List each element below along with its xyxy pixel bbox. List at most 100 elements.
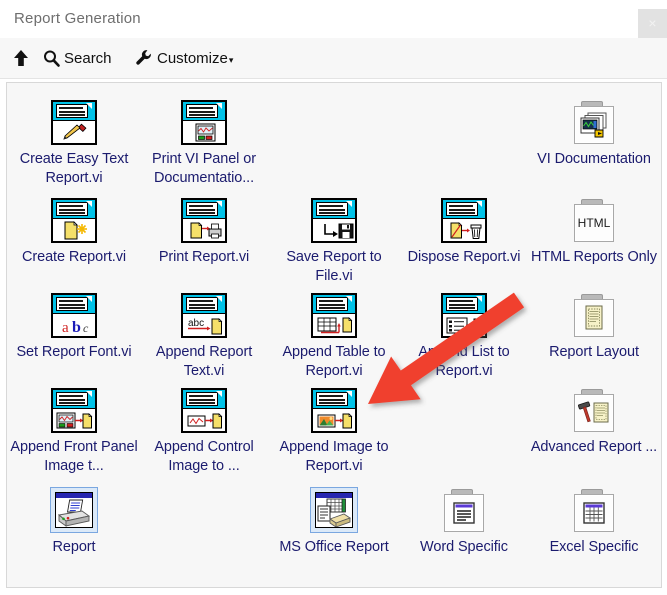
palette-item[interactable]: a b c Set Report Font.vi (9, 288, 139, 362)
svg-text:c: c (83, 321, 89, 335)
folder-glyph-excel-sheet-icon (575, 495, 613, 531)
palette-item[interactable]: Advanced Report ... (529, 383, 659, 457)
vi-banner (53, 102, 95, 121)
vi-icon (441, 293, 487, 338)
svg-text:b: b (72, 319, 81, 336)
palette-item[interactable]: Create Report.vi (9, 193, 139, 267)
palette-item-icon[interactable] (139, 193, 269, 243)
palette-item[interactable]: MS Office Report (269, 483, 399, 557)
palette-item-icon[interactable] (9, 193, 139, 243)
palette-item[interactable]: Print Report.vi (139, 193, 269, 267)
palette-item-label: Append List to Report.vi (418, 344, 510, 379)
vi-banner-document-icon (186, 104, 218, 118)
palette-item-icon[interactable] (139, 383, 269, 433)
palette-item-icon[interactable] (9, 95, 139, 145)
palette-item-icon[interactable] (9, 383, 139, 433)
window-title: Report Generation (14, 10, 141, 27)
vi-banner (53, 200, 95, 219)
vi-banner-document-icon (186, 297, 218, 311)
palette-item[interactable]: Report Layout (529, 288, 659, 362)
vi-banner-document-icon (56, 202, 88, 216)
palette-item-label: Dispose Report.vi (407, 249, 521, 265)
palette-item[interactable]: Print VI Panel or Documentatio... (139, 95, 269, 188)
palette-item[interactable]: Excel Specific (529, 483, 659, 557)
folder-icon: HTML (572, 199, 616, 243)
vi-icon: a b c (51, 293, 97, 338)
palette-item[interactable]: Word Specific (399, 483, 529, 557)
palette-item[interactable]: Dispose Report.vi (399, 193, 529, 267)
palette-panel: Create Easy Text Report.vi Print VI Pane… (6, 82, 662, 588)
vi-banner (53, 295, 95, 314)
vi-banner (443, 295, 485, 314)
palette-item-icon[interactable] (399, 483, 529, 533)
palette-item[interactable]: Save Report to File.vi (269, 193, 399, 286)
palette-item-label: Advanced Report ... (530, 439, 658, 455)
palette-item-icon[interactable] (269, 288, 399, 338)
palette-item[interactable]: Append Table to Report.vi (269, 288, 399, 381)
palette-item-icon[interactable] (9, 483, 139, 533)
vi-banner (183, 102, 225, 121)
vi-icon (51, 198, 97, 243)
vi-icon (441, 198, 487, 243)
palette-item-icon[interactable] (529, 288, 659, 338)
vi-banner-document-icon (186, 392, 218, 406)
palette-item[interactable]: Append Front Panel Image t... (9, 383, 139, 476)
palette-item-label: Set Report Font.vi (16, 344, 132, 360)
palette-item-icon[interactable] (269, 483, 399, 533)
palette-item-icon[interactable] (399, 288, 529, 338)
up-arrow-icon (12, 48, 30, 68)
palette-item-icon[interactable] (269, 193, 399, 243)
vi-banner (313, 390, 355, 409)
folder-html-label: HTML (577, 216, 611, 230)
up-one-level-button[interactable] (12, 38, 30, 78)
search-button[interactable]: Search (42, 38, 112, 78)
vi-glyph-front-panel-append-icon (53, 410, 95, 433)
palette-item-label: Append Front Panel Image t... (10, 439, 138, 474)
palette-item-label: Print VI Panel or Documentatio... (152, 151, 256, 186)
vi-glyph-printer-icon (183, 220, 225, 243)
vi-banner-document-icon (56, 392, 88, 406)
palette-item-icon[interactable] (399, 193, 529, 243)
search-label: Search (64, 49, 112, 67)
palette-item[interactable]: Create Easy Text Report.vi (9, 95, 139, 188)
palette-item-label: Append Control Image to ... (154, 439, 254, 474)
palette-item[interactable]: Append Control Image to ... (139, 383, 269, 476)
palette-item[interactable]: VI Documentation (529, 95, 659, 169)
chevron-down-icon: ▾ (228, 54, 234, 65)
palette-item[interactable]: Report (9, 483, 139, 557)
palette-item-icon[interactable] (139, 95, 269, 145)
palette-item[interactable]: Append List to Report.vi (399, 288, 529, 381)
customize-menu-button[interactable]: Customize ▾ (134, 38, 233, 78)
vi-glyph-abc-font-icon: a b c (53, 315, 95, 338)
palette-item[interactable]: HTML HTML Reports Only (529, 193, 659, 267)
palette-item-label: HTML Reports Only (531, 249, 657, 265)
palette-item-label: VI Documentation (537, 151, 651, 167)
palette-item-icon[interactable] (529, 483, 659, 533)
vi-glyph-new-document-icon (53, 220, 95, 243)
palette-item-icon[interactable]: abc (139, 288, 269, 338)
palette-item-icon[interactable]: a b c (9, 288, 139, 338)
vi-banner (313, 200, 355, 219)
vi-banner (53, 390, 95, 409)
palette-item-icon[interactable] (529, 95, 659, 145)
palette-item-label: Save Report to File.vi (286, 249, 382, 284)
selected-icon-frame (50, 487, 98, 533)
window-titlebar: Report Generation × (0, 0, 667, 39)
vi-banner (313, 295, 355, 314)
palette-item-label: Report Layout (549, 344, 639, 360)
palette-item-icon[interactable] (269, 383, 399, 433)
vi-glyph-table-append-icon (313, 315, 355, 338)
palette-item[interactable]: Append Image to Report.vi (269, 383, 399, 476)
vi-icon (311, 293, 357, 338)
vi-banner-document-icon (316, 202, 348, 216)
vi-glyph-list-append-icon (443, 315, 485, 338)
vi-banner (183, 295, 225, 314)
vi-banner-document-icon (446, 297, 478, 311)
close-button[interactable]: × (638, 9, 667, 38)
svg-text:abc: abc (188, 318, 204, 329)
vi-icon (181, 198, 227, 243)
palette-item[interactable]: abc Append Report Text.vi (139, 288, 269, 381)
palette-item-icon[interactable]: HTML (529, 193, 659, 243)
palette-item-icon[interactable] (529, 383, 659, 433)
vi-banner-document-icon (316, 297, 348, 311)
